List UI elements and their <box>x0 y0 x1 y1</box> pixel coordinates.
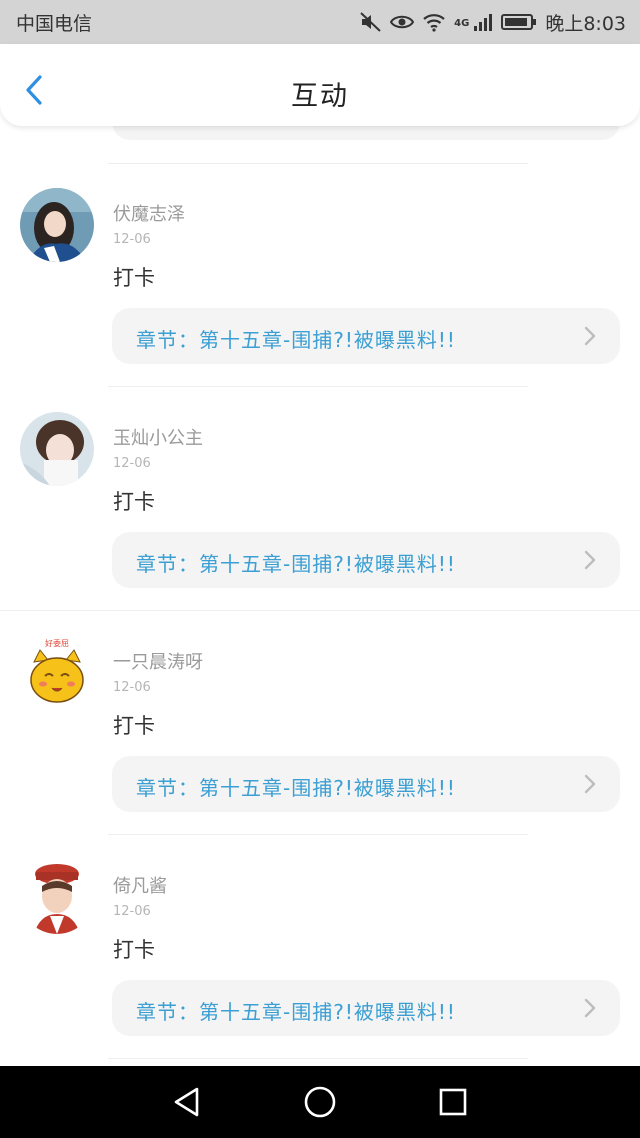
nav-home-button[interactable] <box>290 1072 350 1132</box>
divider <box>108 386 528 387</box>
back-triangle-icon <box>174 1087 198 1117</box>
post-date: 12-06 <box>113 456 151 471</box>
chevron-right-icon <box>584 326 596 346</box>
mute-icon <box>360 12 382 32</box>
page-title: 互动 <box>291 81 349 112</box>
chapter-link-text: 章节：第十五章-围捕?!被曝黑料!! <box>136 1000 456 1024</box>
post-date: 12-06 <box>113 232 151 247</box>
post-content: 打卡 <box>113 938 155 962</box>
eye-icon <box>390 14 415 30</box>
interaction-feed[interactable]: 伏魔志泽 12-06 打卡 章节：第十五章-围捕?!被曝黑料!! 玉灿小公主 1… <box>0 100 640 1066</box>
avatar[interactable] <box>20 188 94 262</box>
carrier-name: 中国电信 <box>16 12 93 35</box>
system-nav-bar <box>0 1066 640 1138</box>
chapter-link[interactable]: 章节：第十五章-围捕?!被曝黑料!! <box>112 980 620 1036</box>
list-item: 好委屈 一只晨涛呀 12-06 打卡 章节：第十五章-围捕?!被曝黑料!! <box>0 634 640 858</box>
list-item: 倚凡酱 12-06 打卡 章节：第十五章-围捕?!被曝黑料!! <box>0 858 640 1066</box>
chevron-right-icon <box>584 550 596 570</box>
cat-sticker-avatar[interactable]: 好委屈 <box>20 636 94 710</box>
post-date: 12-06 <box>113 680 151 695</box>
list-item: 玉灿小公主 12-06 打卡 章节：第十五章-围捕?!被曝黑料!! <box>0 410 640 634</box>
post-content: 打卡 <box>113 266 155 290</box>
post-content: 打卡 <box>113 714 155 738</box>
divider <box>108 163 528 164</box>
post-content: 打卡 <box>113 490 155 514</box>
chapter-link-text: 章节：第十五章-围捕?!被曝黑料!! <box>136 552 456 576</box>
user-name[interactable]: 伏魔志泽 <box>113 200 185 226</box>
avatar[interactable] <box>20 860 94 934</box>
list-item: 伏魔志泽 12-06 打卡 章节：第十五章-围捕?!被曝黑料!! <box>0 186 640 410</box>
chevron-right-icon <box>584 998 596 1018</box>
avatar[interactable] <box>20 412 94 486</box>
chapter-link[interactable]: 章节：第十五章-围捕?!被曝黑料!! <box>112 756 620 812</box>
status-icons: 4G 晚上8:03 <box>360 9 626 36</box>
clock: 晚上8:03 <box>545 12 626 35</box>
signal-icon <box>473 12 493 32</box>
divider <box>108 834 528 835</box>
avatar-caption: 好委屈 <box>45 638 69 648</box>
chapter-link-text: 章节：第十五章-围捕?!被曝黑料!! <box>136 776 456 800</box>
battery-icon <box>501 13 537 31</box>
chevron-right-icon <box>584 774 596 794</box>
header-bar: 互动 <box>0 44 640 126</box>
home-circle-icon <box>304 1086 336 1118</box>
recents-square-icon <box>440 1088 467 1116</box>
post-date: 12-06 <box>113 904 151 919</box>
network-type: 4G <box>454 17 470 29</box>
user-name[interactable]: 一只晨涛呀 <box>113 648 203 674</box>
chapter-link[interactable]: 章节：第十五章-围捕?!被曝黑料!! <box>112 308 620 364</box>
nav-recents-button[interactable] <box>423 1072 483 1132</box>
chapter-link[interactable]: 章节：第十五章-围捕?!被曝黑料!! <box>112 532 620 588</box>
wifi-icon <box>422 12 446 32</box>
status-bar: 中国电信 4G 晚上8:03 <box>0 0 640 44</box>
user-name[interactable]: 倚凡酱 <box>113 872 167 898</box>
nav-back-button[interactable] <box>157 1072 217 1132</box>
divider <box>0 610 640 611</box>
divider <box>108 1058 528 1059</box>
user-name[interactable]: 玉灿小公主 <box>113 424 203 450</box>
chapter-link-text: 章节：第十五章-围捕?!被曝黑料!! <box>136 328 456 352</box>
